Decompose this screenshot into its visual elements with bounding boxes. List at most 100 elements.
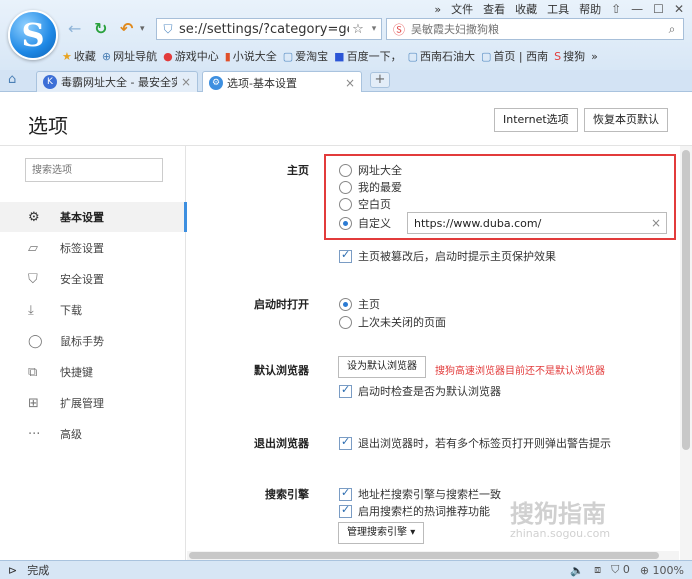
- sidebar-item-extensions[interactable]: ⊞ 扩展管理: [0, 388, 186, 418]
- sidebar-item-advanced[interactable]: ··· 高级: [0, 419, 186, 449]
- settings-tab-icon: ⚙: [209, 75, 223, 90]
- options-search-input[interactable]: [25, 158, 163, 182]
- game-icon: ●: [163, 49, 173, 63]
- sidebar-item-security[interactable]: ⛉ 安全设置: [0, 264, 186, 294]
- menu-more[interactable]: »: [434, 3, 441, 16]
- bookmark-swpu[interactable]: ▢ 西南石油大: [408, 48, 475, 64]
- bookmark-nav[interactable]: ⊕ 网址导航: [102, 48, 157, 64]
- search-engine-sync-option[interactable]: 地址栏搜索引擎与搜索栏一致: [339, 486, 501, 502]
- radio-button[interactable]: [339, 163, 352, 177]
- baidu-icon: ■: [334, 49, 345, 63]
- hot-words-option[interactable]: 启用搜索栏的热词推荐功能: [339, 503, 490, 519]
- homepage-option-nav[interactable]: 网址大全: [339, 162, 402, 178]
- manage-search-engines-button[interactable]: 管理搜索引擎 ▾: [338, 522, 425, 544]
- bookmark-sogou[interactable]: S 搜狗: [554, 48, 585, 64]
- custom-homepage-input[interactable]: [408, 216, 646, 230]
- sidebar-toggle-icon[interactable]: ⊳: [8, 564, 17, 577]
- close-icon[interactable]: ✕: [674, 2, 684, 16]
- bookmark-game[interactable]: ● 游戏中心: [163, 48, 219, 64]
- bookmark-novel[interactable]: ▮ 小说大全: [225, 48, 277, 64]
- maximize-icon[interactable]: ☐: [653, 2, 664, 16]
- startup-option-home[interactable]: 主页: [339, 296, 380, 312]
- sidebar-item-basic[interactable]: ⚙ 基本设置: [0, 202, 187, 232]
- sidebar-item-shortcuts[interactable]: ⧉ 快捷键: [0, 357, 186, 387]
- custom-homepage-field[interactable]: ×: [407, 212, 667, 234]
- shield-icon: ⛉: [611, 563, 620, 576]
- home-icon[interactable]: ⌂: [8, 72, 16, 87]
- bookmark-star-icon[interactable]: ☆: [349, 22, 367, 37]
- sidebar-item-tabs[interactable]: ▱ 标签设置: [0, 233, 186, 263]
- horizontal-scrollbar[interactable]: [187, 551, 679, 560]
- refresh-icon[interactable]: ↻: [94, 19, 107, 39]
- internet-options-button[interactable]: Internet选项: [494, 108, 578, 132]
- tab-close-icon[interactable]: ×: [181, 75, 191, 89]
- check-default-browser-option[interactable]: 启动时检查是否为默认浏览器: [339, 383, 501, 399]
- undo-icon[interactable]: ↶: [120, 19, 133, 39]
- chevron-down-icon: ▾: [410, 527, 416, 538]
- bookmark-favorites[interactable]: ★ 收藏: [62, 48, 96, 64]
- checkbox[interactable]: [339, 248, 352, 263]
- sound-icon[interactable]: 🔈: [570, 564, 584, 577]
- search-input[interactable]: [411, 22, 661, 36]
- minimize-icon[interactable]: —: [631, 2, 643, 16]
- menu-file[interactable]: 文件: [451, 1, 473, 17]
- security-count[interactable]: ⛉ 0: [611, 563, 630, 577]
- checkbox[interactable]: [339, 383, 352, 398]
- mouse-icon: ◯: [28, 333, 43, 349]
- zoom-control[interactable]: ⊕ 100%: [640, 564, 684, 577]
- sidebar-item-mouse-gestures[interactable]: ◯ 鼠标手势: [0, 326, 186, 356]
- search-icon[interactable]: ⌕: [661, 22, 683, 37]
- download-manager-icon[interactable]: ⧈: [594, 563, 601, 577]
- menu-favorites[interactable]: 收藏: [515, 1, 537, 17]
- back-icon[interactable]: ←: [68, 19, 81, 39]
- reset-defaults-button[interactable]: 恢复本页默认: [584, 108, 668, 132]
- tab-close-icon[interactable]: ×: [345, 76, 355, 90]
- bookmarks-bar: ★ 收藏 ⊕ 网址导航 ● 游戏中心 ▮ 小说大全 ▢ 爱淘宝 ■ 百度一下， ▢ 西南石油大…: [62, 46, 690, 66]
- checkbox[interactable]: [339, 486, 352, 501]
- shortcut-icon: ⧉: [28, 364, 38, 380]
- zoom-icon: ⊕: [639, 563, 650, 577]
- startup-option-last-session[interactable]: 上次未关闭的页面: [339, 314, 446, 330]
- set-default-browser-button[interactable]: 设为默认浏览器: [338, 356, 426, 378]
- sidebar-item-download[interactable]: ⤓ 下载: [0, 295, 186, 325]
- default-browser-label: 默认浏览器: [254, 364, 309, 377]
- homepage-protect-option[interactable]: 主页被篡改后，启动时提示主页保护效果: [339, 248, 556, 264]
- homepage-option-favorites[interactable]: 我的最爱: [339, 179, 402, 195]
- radio-button[interactable]: [339, 297, 352, 311]
- checkbox[interactable]: [339, 435, 352, 450]
- tab-label: 毒霸网址大全 - 最安全实: [61, 76, 177, 89]
- bookmarks-more[interactable]: »: [591, 50, 598, 63]
- page-icon: ▢: [282, 49, 294, 63]
- address-text[interactable]: se://settings/?category=ge: [179, 22, 349, 37]
- scrollbar-thumb[interactable]: [189, 552, 659, 559]
- tab-duba[interactable]: K 毒霸网址大全 - 最安全实 ×: [36, 71, 198, 92]
- security-shield-icon[interactable]: ⛉: [157, 22, 179, 37]
- radio-button[interactable]: [339, 180, 352, 194]
- address-bar[interactable]: ⛉ se://settings/?category=ge ☆ ▾: [156, 18, 382, 40]
- sogou-search-engine-icon[interactable]: Ⓢ: [387, 21, 411, 38]
- exit-warning-option[interactable]: 退出浏览器时，若有多个标签页打开则弹出警告提示: [339, 435, 611, 451]
- scrollbar-thumb[interactable]: [682, 150, 690, 450]
- radio-button[interactable]: [339, 197, 352, 211]
- address-dropdown-icon[interactable]: ▾: [367, 24, 381, 34]
- new-tab-plus-icon[interactable]: +: [370, 72, 390, 88]
- menu-tools[interactable]: 工具: [547, 1, 569, 17]
- homepage-option-blank[interactable]: 空白页: [339, 196, 391, 212]
- radio-button[interactable]: [339, 315, 352, 329]
- checkbox[interactable]: [339, 503, 352, 518]
- menu-help[interactable]: 帮助: [579, 1, 601, 17]
- search-bar[interactable]: Ⓢ ⌕: [386, 18, 684, 40]
- radio-button[interactable]: [339, 216, 352, 230]
- sogou-logo[interactable]: S: [8, 10, 58, 60]
- more-icon: ···: [28, 426, 41, 442]
- bookmark-taobao[interactable]: ▢ 爱淘宝: [283, 48, 328, 64]
- menu-view[interactable]: 查看: [483, 1, 505, 17]
- tab-settings[interactable]: ⚙ 选项-基本设置 ×: [202, 71, 362, 93]
- vertical-scrollbar[interactable]: [680, 146, 692, 560]
- undo-dropdown-icon[interactable]: ▾: [140, 19, 145, 39]
- homepage-option-custom[interactable]: 自定义: [339, 215, 391, 231]
- bookmark-home-swpu[interactable]: ▢ 首页 | 西南: [481, 48, 548, 64]
- clear-icon[interactable]: ×: [646, 216, 666, 230]
- bookmark-baidu[interactable]: ■ 百度一下，: [334, 48, 401, 64]
- skin-icon[interactable]: ⇧: [611, 2, 621, 16]
